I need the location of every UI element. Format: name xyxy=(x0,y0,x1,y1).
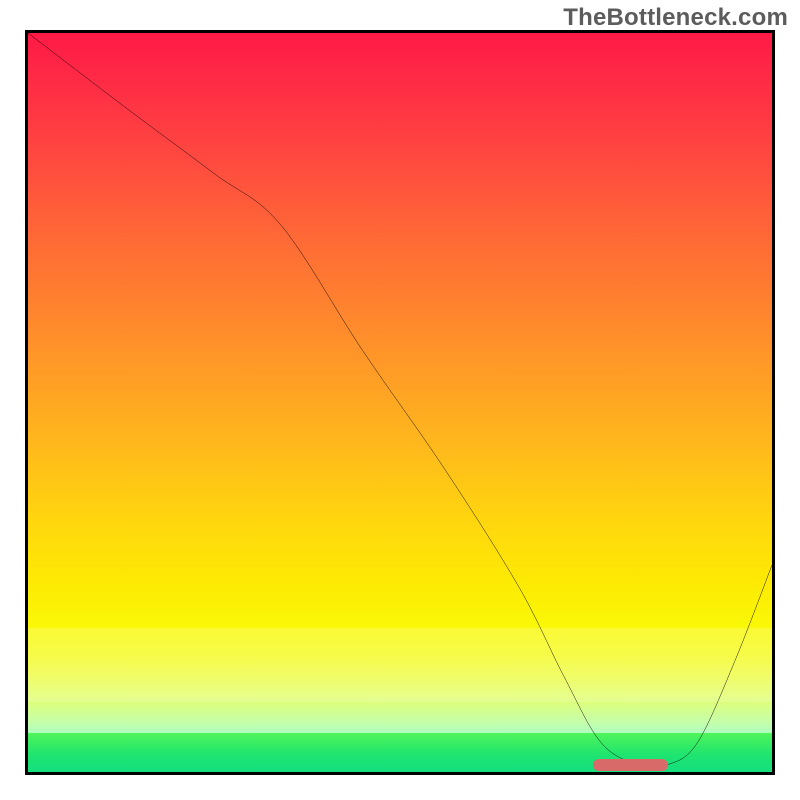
curve-svg xyxy=(28,33,772,772)
chart-frame: TheBottleneck.com xyxy=(0,0,800,800)
watermark-text: TheBottleneck.com xyxy=(563,4,788,32)
optimal-marker xyxy=(593,759,667,771)
plot-area xyxy=(25,30,775,775)
bottleneck-curve-line xyxy=(28,33,772,767)
